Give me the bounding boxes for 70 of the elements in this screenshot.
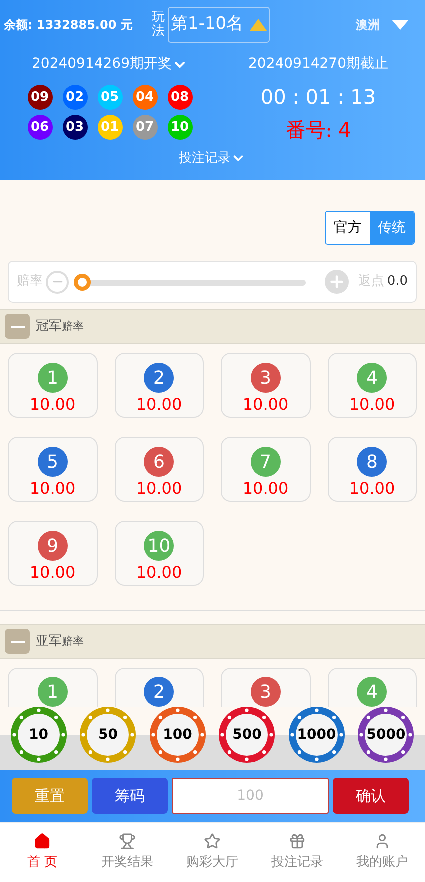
collapse-button[interactable] <box>5 629 30 654</box>
number-label: 番号: <box>286 117 332 144</box>
odds-value: 10.00 <box>349 395 396 415</box>
odds-value: 10.00 <box>30 479 76 499</box>
odds-card[interactable]: 9 10.00 <box>8 521 98 586</box>
confirm-button[interactable]: 确认 <box>333 778 409 814</box>
chip-button[interactable]: 100 <box>150 707 206 763</box>
trophy-icon <box>119 832 136 850</box>
number-value: 4 <box>338 117 352 144</box>
minus-button[interactable] <box>46 270 69 294</box>
user-icon <box>374 832 391 850</box>
balance-text: 余额: 1332885.00 元 <box>4 17 134 34</box>
odds-value: 10.00 <box>30 563 76 583</box>
gift-icon <box>289 832 306 850</box>
odds-card[interactable]: 7 10.00 <box>221 437 310 502</box>
section-title: 亚军赔率 <box>36 632 84 651</box>
nav-tab[interactable]: 开奖结果 <box>85 823 170 882</box>
odds-card[interactable]: 3 <box>221 668 310 707</box>
odds-card[interactable]: 4 10.00 <box>328 353 417 418</box>
nav-tab[interactable]: 首 页 <box>0 823 85 882</box>
chip-button[interactable]: 10 <box>10 707 67 763</box>
chip-button[interactable]: 50 <box>80 707 136 763</box>
reset-button[interactable]: 重置 <box>12 778 88 814</box>
next-issue-text: 20240914270期截止 <box>248 55 388 74</box>
play-dropdown[interactable]: 第1-10名 <box>168 7 270 43</box>
odds-value: 10.00 <box>242 479 289 499</box>
odds-card[interactable]: 10 10.00 <box>114 521 204 586</box>
odds-card[interactable]: 6 10.00 <box>114 437 204 502</box>
last-issue-link[interactable]: 20240914269期开奖 <box>32 54 188 75</box>
odds-card[interactable]: 1 <box>8 668 98 707</box>
odds-value: 10.00 <box>242 395 289 415</box>
caret-up-icon <box>250 19 267 31</box>
plus-icon <box>328 273 346 291</box>
odds-slider[interactable] <box>74 274 306 290</box>
countdown-text: 00 : 01 : 13 <box>260 84 376 111</box>
mode-tab[interactable]: 官方 <box>326 212 370 244</box>
odds-value: 10.00 <box>136 563 182 583</box>
region-dropdown[interactable]: 澳洲 <box>356 16 409 34</box>
odds-card[interactable]: 5 10.00 <box>8 437 98 502</box>
nav-tab[interactable]: 购彩大厅 <box>170 823 255 882</box>
section-title: 冠军赔率 <box>36 318 84 336</box>
amount-input[interactable]: 100 <box>172 778 329 814</box>
odds-card[interactable]: 2 <box>114 668 204 707</box>
chip-button[interactable]: 5000 <box>358 707 414 763</box>
odds-card[interactable]: 2 10.00 <box>114 353 204 418</box>
collapse-button[interactable] <box>5 314 30 339</box>
odds-card[interactable]: 8 10.00 <box>328 437 417 502</box>
chip-button[interactable]: 1000 <box>288 707 345 763</box>
odds-value: 10.00 <box>349 479 396 499</box>
star-icon <box>204 832 221 850</box>
nav-tab[interactable]: 投注记录 <box>255 823 340 882</box>
odds-value: 10.00 <box>30 395 76 415</box>
odds-card[interactable]: 3 10.00 <box>221 353 310 418</box>
mode-tab[interactable]: 传统 <box>370 212 414 244</box>
home-icon <box>34 832 51 850</box>
minus-icon <box>10 640 24 642</box>
slider-thumb[interactable] <box>74 274 91 290</box>
odds-card[interactable]: 1 10.00 <box>8 353 98 418</box>
chip-button[interactable]: 500 <box>219 707 276 763</box>
rebate-value: 0.0 <box>387 273 408 292</box>
minus-icon <box>10 326 24 328</box>
odds-value: 10.00 <box>136 395 182 415</box>
odds-card[interactable]: 4 <box>328 668 417 707</box>
play-label: 玩法 <box>152 10 165 40</box>
odds-value: 10.00 <box>136 479 182 499</box>
nav-tab[interactable]: 我的账户 <box>340 823 425 882</box>
records-link[interactable]: 投注记录 <box>179 149 246 168</box>
caret-down-icon <box>392 20 409 30</box>
plus-button[interactable] <box>325 270 350 294</box>
chips-button[interactable]: 筹码 <box>92 778 168 814</box>
